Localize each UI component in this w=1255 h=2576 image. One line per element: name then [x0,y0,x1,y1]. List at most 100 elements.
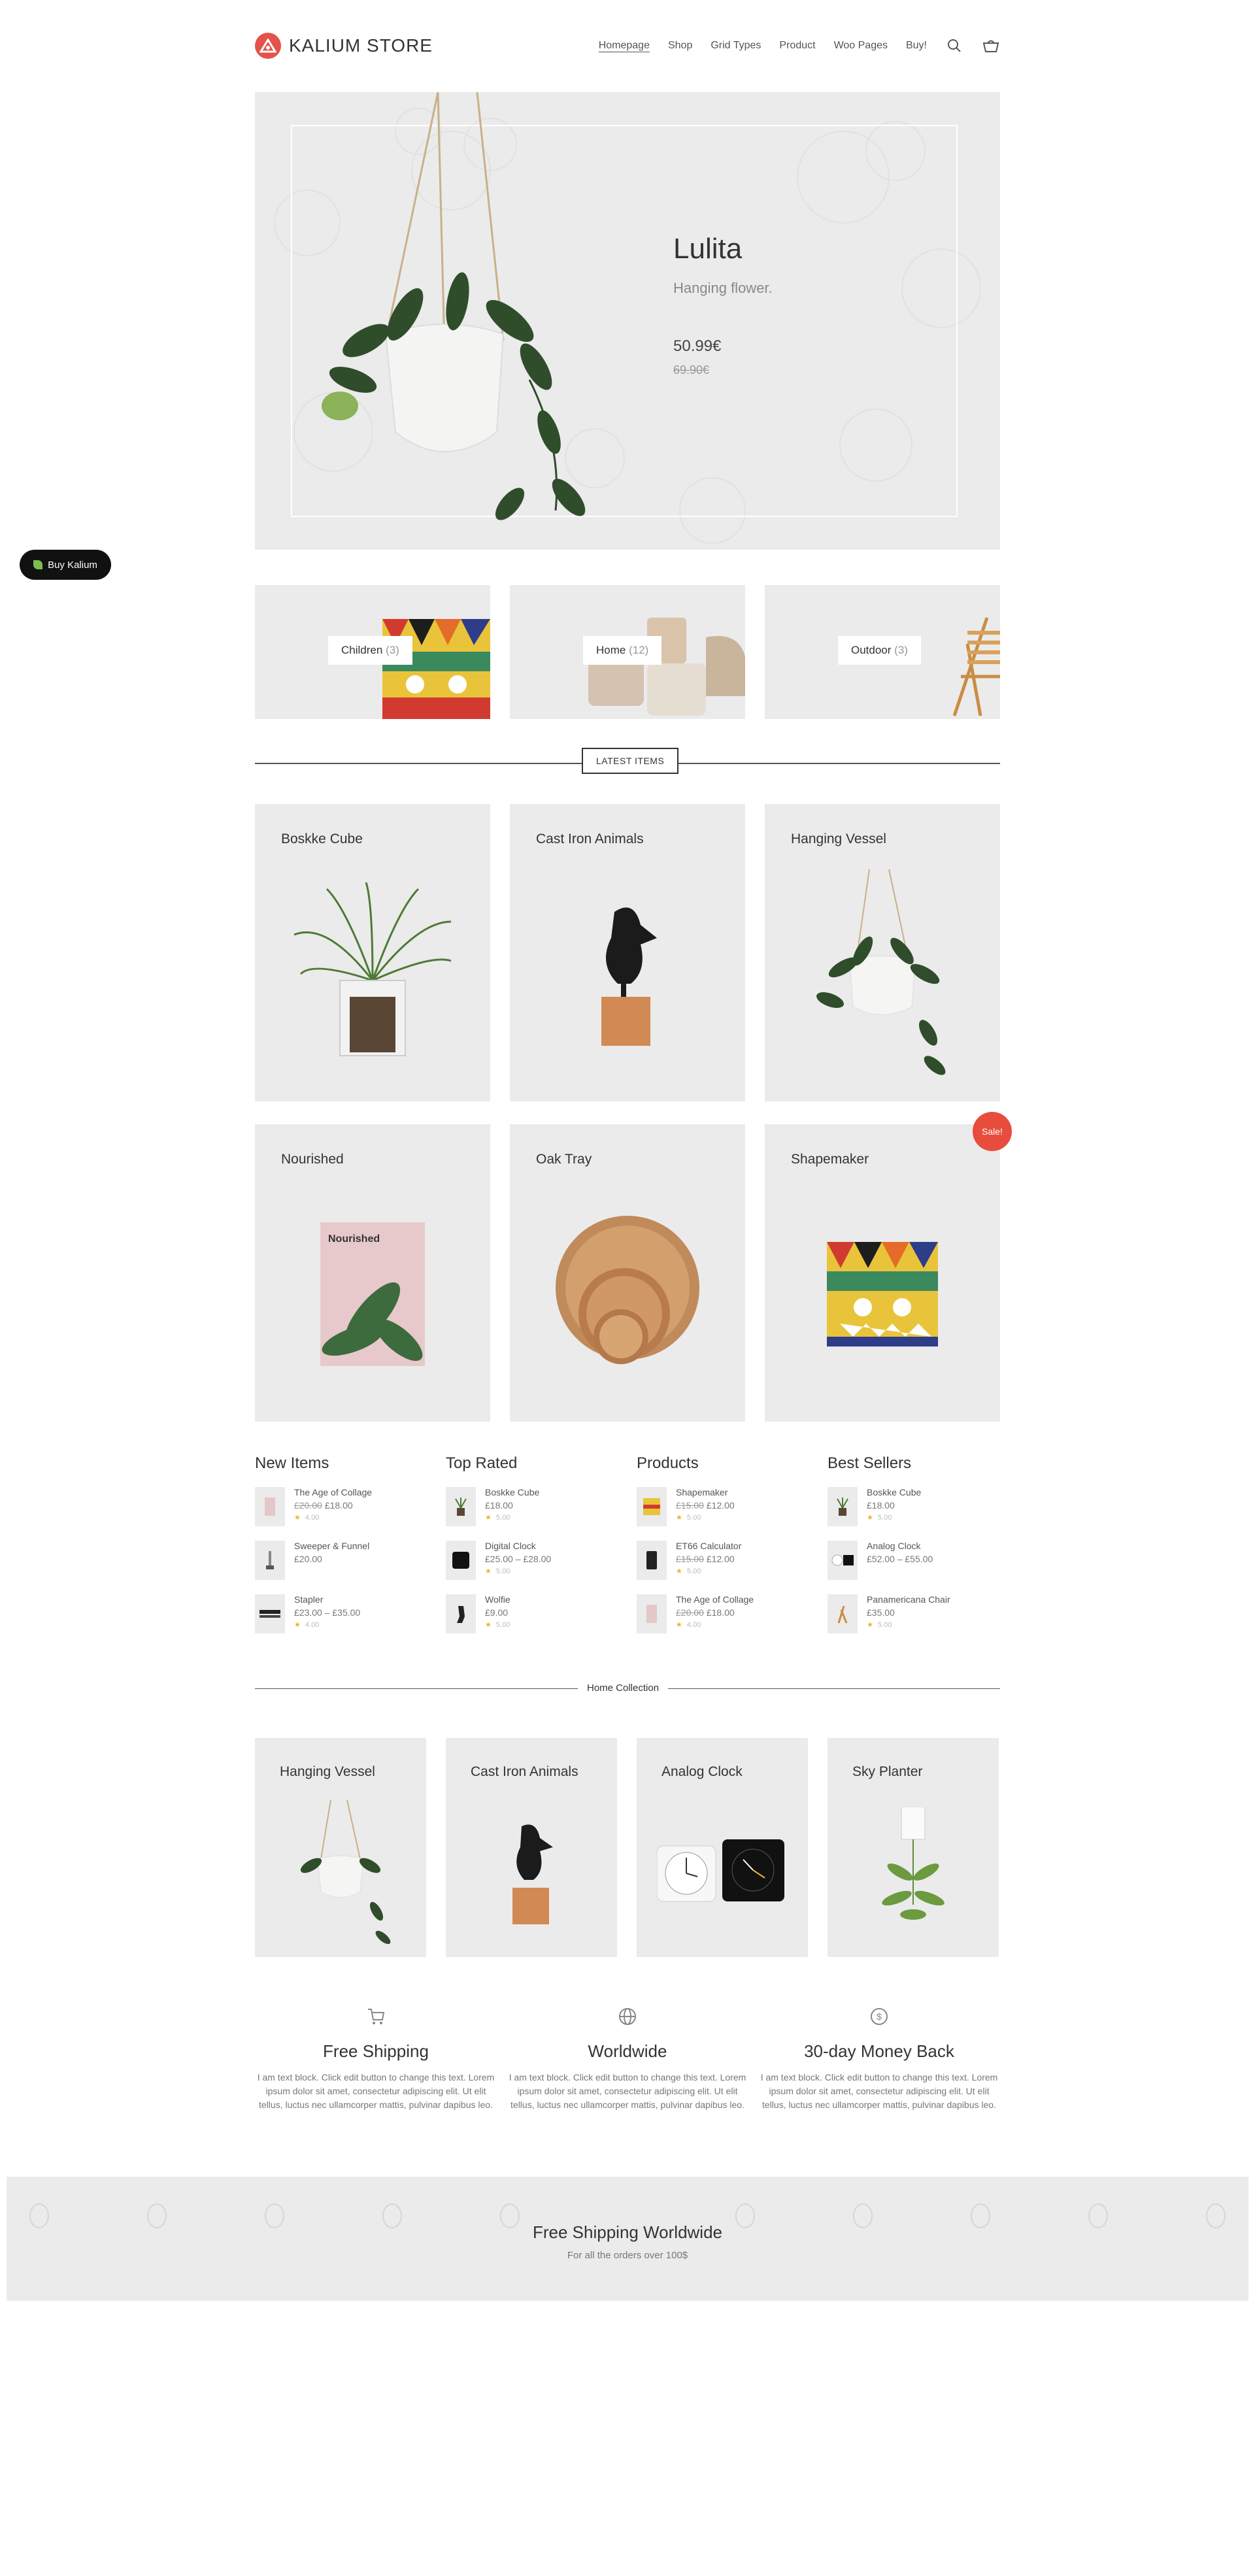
product-card[interactable]: Nourished Nourished [255,1124,490,1422]
feature-title: 30-day Money Back [804,2041,954,2061]
dollar-icon: $ [866,2003,892,2030]
nav-buy[interactable]: Buy! [906,40,927,52]
product-name[interactable]: Sky Planter [852,1764,922,1780]
category-label: Home (12) [583,636,662,665]
buy-kalium-button[interactable]: Buy Kalium [20,550,111,580]
star-rating-icon: ★ 4.00 [294,1514,320,1522]
product-card[interactable]: Oak Tray [510,1124,745,1422]
logo[interactable]: KALIUM STORE [255,33,433,59]
collection-card[interactable]: Analog Clock [637,1738,808,1957]
list-item[interactable]: Shapemaker £15.00 £12.00 ★ 5.00 [637,1487,813,1541]
thumbnail [446,1487,476,1526]
list-item[interactable]: The Age of Collage £20.00 £18.00 ★ 4.00 [637,1594,813,1648]
hero-price: 50.99€ [673,337,722,355]
feature-free-shipping: Free Shipping I am text block. Click edi… [255,2003,497,2112]
widget-title: New Items [255,1454,329,1472]
product-name[interactable]: Cast Iron Animals [471,1764,578,1780]
leaf-icon [33,560,43,569]
list-item[interactable]: Sweeper & Funnel £20.00 [255,1541,431,1594]
product-name[interactable]: Analog Clock [661,1764,743,1780]
feature-text: I am text block. Click edit button to ch… [257,2072,495,2110]
wooden-chair-image [952,617,1000,716]
nav-woo-pages[interactable]: Woo Pages [834,40,888,52]
banner-subtitle: For all the orders over 100$ [567,2250,688,2261]
hanging-vessel-image [816,869,946,1075]
nav-shop[interactable]: Shop [668,40,692,52]
product-card[interactable]: Hanging Vessel [765,804,1000,1101]
thumbnail [446,1541,476,1580]
widget-top-rated: Top Rated Boskke Cube £18.00 ★ 5.00 Digita… [446,1454,622,1648]
thumbnail [255,1487,285,1526]
thumbnail [637,1541,667,1580]
category-label: Outdoor (3) [838,636,921,665]
list-item[interactable]: Wolfie £9.00 ★ 5.00 [446,1594,622,1648]
search-icon[interactable] [945,37,963,55]
product-name[interactable]: Shapemaker [791,1152,869,1167]
star-rating-icon: ★ 5.00 [485,1514,510,1522]
widget-title: Top Rated [446,1454,518,1472]
home-collection-heading: Home Collection [578,1682,669,1694]
product-name[interactable]: Hanging Vessel [280,1764,375,1780]
kalium-logo-icon [255,33,281,59]
feature-title: Worldwide [588,2041,667,2061]
product-card[interactable]: Shapemaker [765,1124,1000,1422]
shopping-cart-icon [363,2003,389,2030]
nav-grid-types[interactable]: Grid Types [711,40,761,52]
ceramic-cups-image [588,618,745,716]
category-home[interactable]: Home (12) [510,585,745,719]
list-item[interactable]: The Age of Collage £20.00 £18.00 ★ 4.00 [255,1487,431,1541]
hanging-plant-image [322,92,586,520]
star-rating-icon: ★ 5.00 [676,1567,701,1575]
star-rating-icon: ★ 4.00 [676,1621,701,1629]
list-item[interactable]: Boskke Cube £18.00 ★ 5.00 [446,1487,622,1541]
latest-items-heading: LATEST ITEMS [582,748,679,774]
boskke-cube-image [293,882,452,1056]
globe-icon [614,2003,641,2030]
nav-homepage[interactable]: Homepage [599,40,650,52]
hanging-vessel-image [300,1800,391,1944]
product-name[interactable]: Hanging Vessel [791,831,886,847]
shipping-banner: Free Shipping Worldwide For all the orde… [7,2177,1248,2301]
product-name[interactable]: Nourished [281,1152,344,1167]
thumbnail [255,1541,285,1580]
widget-best-sellers: Best Sellers Boskke Cube £18.00 ★ 5.00 Ana… [828,1454,1004,1648]
list-item[interactable]: Analog Clock £52.00 – £55.00 [828,1541,1004,1594]
star-rating-icon: ★ 5.00 [485,1621,510,1629]
product-name[interactable]: Oak Tray [536,1152,592,1167]
feature-money-back: $ 30-day Money Back I am text block. Cli… [758,2003,1000,2112]
thumbnail [637,1487,667,1526]
collection-card[interactable]: Hanging Vessel [255,1738,426,1957]
product-name[interactable]: Cast Iron Animals [536,831,644,847]
svg-text:$: $ [877,2011,882,2022]
product-name[interactable]: Boskke Cube [281,831,363,847]
cast-iron-bird-image [601,907,657,1046]
list-item[interactable]: Digital Clock £25.00 – £28.00 ★ 5.00 [446,1541,622,1594]
list-item[interactable]: ET66 Calculator £15.00 £12.00 ★ 5.00 [637,1541,813,1594]
product-card[interactable]: Boskke Cube [255,804,490,1101]
feature-title: Free Shipping [323,2041,429,2061]
book-cover-title: Nourished [328,1233,380,1245]
category-children[interactable]: Children (3) [255,585,490,719]
star-rating-icon: ★ 5.00 [485,1567,510,1575]
collection-card[interactable]: Sky Planter [828,1738,999,1957]
hero-slider[interactable]: Lulita Hanging flower. 50.99€ 69.90€ [255,92,1000,550]
thumbnail [637,1594,667,1633]
list-item[interactable]: Panamericana Chair £35.00 ★ 5.00 [828,1594,1004,1648]
widget-title: Best Sellers [828,1454,912,1472]
widget-new-items: New Items The Age of Collage £20.00 £18.00… [255,1454,431,1648]
category-outdoor[interactable]: Outdoor (3) [765,585,1000,719]
list-item[interactable]: Boskke Cube £18.00 ★ 5.00 [828,1487,1004,1541]
thumbnail [446,1594,476,1633]
product-card[interactable]: Cast Iron Animals [510,804,745,1101]
nourished-book-image: Nourished [320,1222,425,1366]
sale-badge: Sale! [973,1112,1012,1151]
collection-card[interactable]: Cast Iron Animals [446,1738,617,1957]
basket-icon[interactable] [982,37,1000,55]
nav-product[interactable]: Product [779,40,815,52]
oak-tray-image [556,1216,699,1364]
star-rating-icon: ★ 4.00 [294,1621,320,1629]
analog-clock-image [657,1839,784,1902]
list-item[interactable]: Stapler £23.00 – £35.00 ★ 4.00 [255,1594,431,1648]
site-header: KALIUM STORE Homepage Shop Grid Types Pr… [255,26,1000,65]
main-nav: Homepage Shop Grid Types Product Woo Pag… [599,37,1000,55]
